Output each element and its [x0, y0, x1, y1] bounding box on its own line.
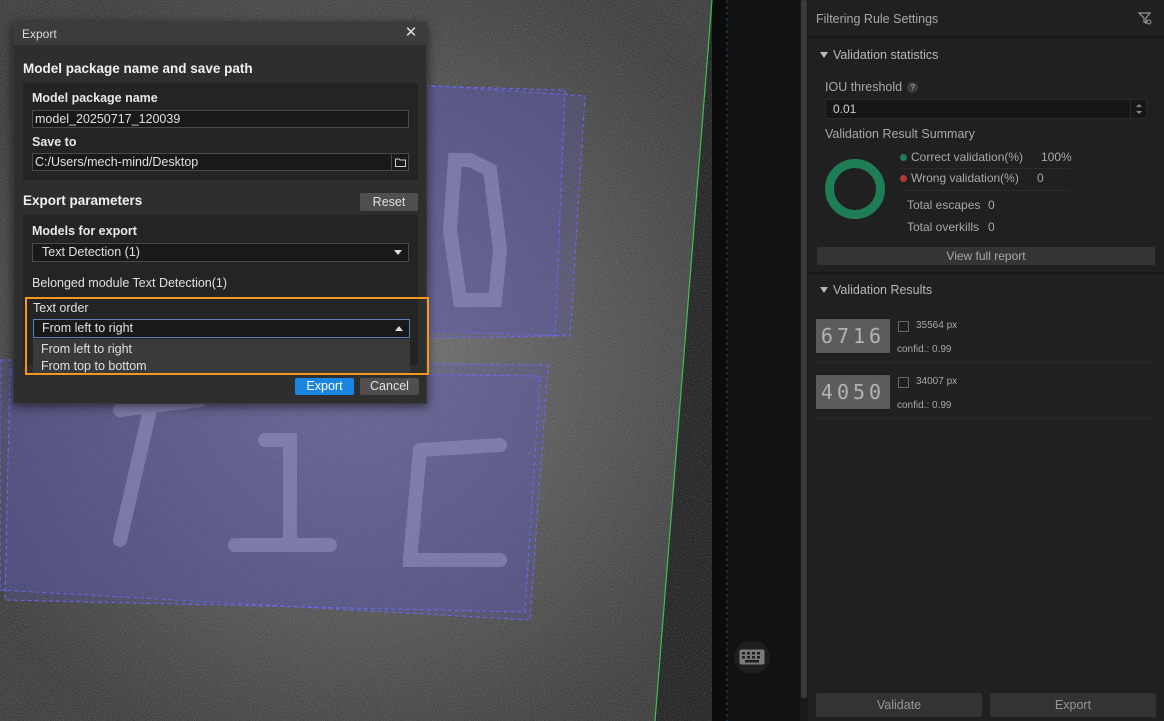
- belonged-module-label: Belonged module Text Detection(1): [32, 276, 228, 290]
- dialog-titlebar[interactable]: Export ✕: [14, 23, 426, 45]
- save-to-input[interactable]: C:/Users/mech-mind/Desktop: [32, 153, 409, 171]
- canvas-gutter: [728, 0, 800, 721]
- keyboard-button[interactable]: [734, 641, 770, 673]
- params-section-heading: Export parameters: [23, 193, 143, 208]
- reset-button[interactable]: Reset: [360, 193, 418, 211]
- validate-button[interactable]: Validate: [816, 693, 982, 717]
- result-checkbox[interactable]: [898, 377, 909, 388]
- text-order-dropdown: From left to right From top to bottom: [33, 339, 410, 373]
- iou-spinner[interactable]: [1130, 100, 1146, 118]
- package-name-label: Model package name: [32, 91, 158, 105]
- validation-donut-chart: [825, 159, 885, 219]
- path-section-heading: Model package name and save path: [23, 61, 253, 76]
- total-overkills-label: Total overkills: [907, 220, 980, 234]
- validation-results-title: Validation Results: [833, 283, 933, 297]
- export-button[interactable]: Export: [295, 378, 354, 395]
- text-order-label: Text order: [33, 301, 89, 315]
- path-section: Model package name model_20250717_120039…: [23, 83, 418, 180]
- correct-dot-icon: [900, 153, 907, 161]
- result-item[interactable]: 6716 35564 px confid.: 0.99: [816, 313, 1154, 363]
- help-icon[interactable]: ?: [907, 82, 919, 93]
- chevron-up-icon: [395, 326, 403, 331]
- text-order-select[interactable]: From left to right: [33, 319, 410, 338]
- correct-validation-value: 100%: [1041, 150, 1072, 164]
- wrong-dot-icon: [900, 174, 907, 182]
- result-area: 35564 px: [916, 320, 958, 331]
- divider: [900, 168, 1070, 169]
- result-confidence: confid.: 0.99: [897, 400, 952, 411]
- panel-scrollbar-thumb[interactable]: [801, 0, 807, 698]
- export-dialog: Export ✕ Model package name and save pat…: [13, 22, 429, 404]
- iou-threshold-label: IOU threshold?: [825, 80, 919, 94]
- collapse-triangle-icon: [820, 287, 828, 293]
- collapse-triangle-icon: [820, 52, 828, 58]
- text-order-option[interactable]: From left to right: [41, 342, 132, 356]
- total-escapes-value: 0: [988, 198, 995, 212]
- close-icon[interactable]: ✕: [402, 24, 420, 42]
- dialog-title: Export: [22, 27, 57, 41]
- validation-statistics-toggle[interactable]: Validation statistics: [820, 48, 938, 62]
- iou-threshold-input[interactable]: 0.01: [825, 99, 1147, 119]
- result-checkbox[interactable]: [898, 321, 909, 332]
- result-thumbnail: 6716: [816, 319, 890, 353]
- divider: [900, 190, 1070, 191]
- panel-export-button[interactable]: Export: [990, 693, 1156, 717]
- save-to-label: Save to: [32, 135, 77, 149]
- correct-validation-row: Correct validation(%): [900, 150, 1023, 164]
- package-name-input[interactable]: model_20250717_120039: [32, 110, 409, 128]
- panel-header: Filtering Rule Settings: [816, 12, 939, 26]
- validation-statistics-title: Validation statistics: [833, 48, 939, 62]
- right-panel: Filtering Rule Settings Validation stati…: [808, 0, 1164, 721]
- summary-label: Validation Result Summary: [825, 127, 975, 141]
- text-order-highlight: Text order From left to right From left …: [25, 297, 429, 375]
- text-order-option[interactable]: From top to bottom: [41, 359, 147, 373]
- wrong-validation-row: Wrong validation(%): [900, 171, 1019, 185]
- cancel-button[interactable]: Cancel: [360, 378, 419, 395]
- result-thumbnail: 4050: [816, 375, 890, 409]
- total-escapes-label: Total escapes: [907, 198, 981, 212]
- wrong-validation-value: 0: [1037, 171, 1044, 185]
- models-for-export-select[interactable]: Text Detection (1): [32, 243, 409, 262]
- browse-folder-button[interactable]: [391, 154, 408, 170]
- result-confidence: confid.: 0.99: [897, 344, 952, 355]
- total-overkills-value: 0: [988, 220, 995, 234]
- models-for-export-label: Models for export: [32, 224, 137, 238]
- chevron-down-icon: [394, 250, 402, 255]
- validation-results-toggle[interactable]: Validation Results: [820, 283, 932, 297]
- divider: [808, 272, 1164, 274]
- divider: [808, 36, 1164, 38]
- result-item[interactable]: 4050 34007 px confid.: 0.99: [816, 369, 1154, 419]
- view-full-report-button[interactable]: View full report: [817, 247, 1155, 265]
- spin-down-icon[interactable]: [1136, 111, 1142, 114]
- keyboard-icon: [739, 649, 765, 665]
- filter-settings-icon[interactable]: [1138, 11, 1152, 25]
- folder-icon: [394, 158, 406, 167]
- spin-up-icon[interactable]: [1136, 104, 1142, 107]
- result-area: 34007 px: [916, 376, 958, 387]
